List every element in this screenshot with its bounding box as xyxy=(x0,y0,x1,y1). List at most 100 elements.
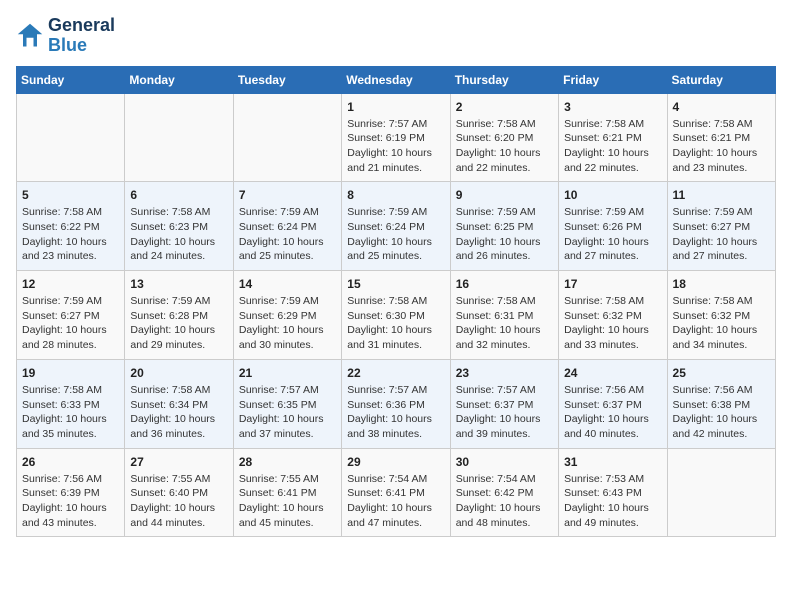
cell-info: Sunrise: 7:56 AMSunset: 6:37 PMDaylight:… xyxy=(564,383,661,442)
calendar-cell: 21 Sunrise: 7:57 AMSunset: 6:35 PMDayligh… xyxy=(233,359,341,448)
calendar-cell xyxy=(125,93,233,182)
day-number: 28 xyxy=(239,455,336,469)
cell-info: Sunrise: 7:54 AMSunset: 6:41 PMDaylight:… xyxy=(347,472,444,531)
calendar-cell xyxy=(17,93,125,182)
calendar-cell: 1 Sunrise: 7:57 AMSunset: 6:19 PMDaylight… xyxy=(342,93,450,182)
day-number: 26 xyxy=(22,455,119,469)
calendar-cell: 20 Sunrise: 7:58 AMSunset: 6:34 PMDayligh… xyxy=(125,359,233,448)
day-of-week-header: Tuesday xyxy=(233,66,341,93)
cell-info: Sunrise: 7:58 AMSunset: 6:32 PMDaylight:… xyxy=(564,294,661,353)
calendar-cell: 7 Sunrise: 7:59 AMSunset: 6:24 PMDaylight… xyxy=(233,182,341,271)
day-number: 17 xyxy=(564,277,661,291)
calendar-cell: 31Sunrise: 7:53 AMSunset: 6:43 PMDayligh… xyxy=(559,448,667,537)
calendar-cell: 19 Sunrise: 7:58 AMSunset: 6:33 PMDayligh… xyxy=(17,359,125,448)
day-number: 20 xyxy=(130,366,227,380)
calendar-header-row: SundayMondayTuesdayWednesdayThursdayFrid… xyxy=(17,66,776,93)
calendar-cell: 12Sunrise: 7:59 AMSunset: 6:27 PMDayligh… xyxy=(17,271,125,360)
day-number: 25 xyxy=(673,366,770,380)
cell-info: Sunrise: 7:58 AMSunset: 6:30 PMDaylight:… xyxy=(347,294,444,353)
cell-info: Sunrise: 7:58 AMSunset: 6:22 PMDaylight:… xyxy=(22,205,119,264)
calendar-cell xyxy=(233,93,341,182)
day-of-week-header: Friday xyxy=(559,66,667,93)
day-of-week-header: Sunday xyxy=(17,66,125,93)
calendar-week-row: 1 Sunrise: 7:57 AMSunset: 6:19 PMDaylight… xyxy=(17,93,776,182)
calendar-cell: 8 Sunrise: 7:59 AMSunset: 6:24 PMDaylight… xyxy=(342,182,450,271)
calendar-week-row: 12Sunrise: 7:59 AMSunset: 6:27 PMDayligh… xyxy=(17,271,776,360)
cell-info: Sunrise: 7:58 AMSunset: 6:34 PMDaylight:… xyxy=(130,383,227,442)
cell-info: Sunrise: 7:58 AMSunset: 6:23 PMDaylight:… xyxy=(130,205,227,264)
day-number: 14 xyxy=(239,277,336,291)
day-number: 13 xyxy=(130,277,227,291)
calendar-cell: 26Sunrise: 7:56 AMSunset: 6:39 PMDayligh… xyxy=(17,448,125,537)
calendar-cell: 10 Sunrise: 7:59 AMSunset: 6:26 PMDayligh… xyxy=(559,182,667,271)
day-number: 9 xyxy=(456,188,553,202)
day-number: 1 xyxy=(347,100,444,114)
calendar-cell: 16Sunrise: 7:58 AMSunset: 6:31 PMDayligh… xyxy=(450,271,558,360)
cell-info: Sunrise: 7:58 AMSunset: 6:31 PMDaylight:… xyxy=(456,294,553,353)
cell-info: Sunrise: 7:58 AMSunset: 6:21 PMDaylight:… xyxy=(673,117,770,176)
day-number: 15 xyxy=(347,277,444,291)
day-number: 29 xyxy=(347,455,444,469)
day-number: 24 xyxy=(564,366,661,380)
calendar-cell: 3 Sunrise: 7:58 AMSunset: 6:21 PMDaylight… xyxy=(559,93,667,182)
calendar-cell: 15 Sunrise: 7:58 AMSunset: 6:30 PMDayligh… xyxy=(342,271,450,360)
day-number: 11 xyxy=(673,188,770,202)
day-number: 18 xyxy=(673,277,770,291)
cell-info: Sunrise: 7:54 AMSunset: 6:42 PMDaylight:… xyxy=(456,472,553,531)
cell-info: Sunrise: 7:58 AMSunset: 6:21 PMDaylight:… xyxy=(564,117,661,176)
cell-info: Sunrise: 7:57 AMSunset: 6:36 PMDaylight:… xyxy=(347,383,444,442)
day-number: 8 xyxy=(347,188,444,202)
day-of-week-header: Thursday xyxy=(450,66,558,93)
calendar-cell: 25 Sunrise: 7:56 AMSunset: 6:38 PMDayligh… xyxy=(667,359,775,448)
logo-icon xyxy=(16,22,44,50)
day-number: 31 xyxy=(564,455,661,469)
calendar-week-row: 5 Sunrise: 7:58 AMSunset: 6:22 PMDaylight… xyxy=(17,182,776,271)
day-number: 7 xyxy=(239,188,336,202)
day-number: 21 xyxy=(239,366,336,380)
calendar-cell: 28Sunrise: 7:55 AMSunset: 6:41 PMDayligh… xyxy=(233,448,341,537)
cell-info: Sunrise: 7:57 AMSunset: 6:37 PMDaylight:… xyxy=(456,383,553,442)
calendar-cell xyxy=(667,448,775,537)
day-number: 27 xyxy=(130,455,227,469)
calendar-week-row: 19 Sunrise: 7:58 AMSunset: 6:33 PMDayligh… xyxy=(17,359,776,448)
cell-info: Sunrise: 7:59 AMSunset: 6:24 PMDaylight:… xyxy=(347,205,444,264)
calendar-cell: 9Sunrise: 7:59 AMSunset: 6:25 PMDaylight… xyxy=(450,182,558,271)
calendar-cell: 14 Sunrise: 7:59 AMSunset: 6:29 PMDayligh… xyxy=(233,271,341,360)
calendar-cell: 22 Sunrise: 7:57 AMSunset: 6:36 PMDayligh… xyxy=(342,359,450,448)
calendar-cell: 2Sunrise: 7:58 AMSunset: 6:20 PMDaylight… xyxy=(450,93,558,182)
day-number: 19 xyxy=(22,366,119,380)
calendar-cell: 24 Sunrise: 7:56 AMSunset: 6:37 PMDayligh… xyxy=(559,359,667,448)
cell-info: Sunrise: 7:57 AMSunset: 6:19 PMDaylight:… xyxy=(347,117,444,176)
day-number: 30 xyxy=(456,455,553,469)
cell-info: Sunrise: 7:55 AMSunset: 6:40 PMDaylight:… xyxy=(130,472,227,531)
day-number: 2 xyxy=(456,100,553,114)
cell-info: Sunrise: 7:59 AMSunset: 6:27 PMDaylight:… xyxy=(673,205,770,264)
page-header: General Blue xyxy=(16,16,776,56)
cell-info: Sunrise: 7:59 AMSunset: 6:29 PMDaylight:… xyxy=(239,294,336,353)
day-number: 10 xyxy=(564,188,661,202)
cell-info: Sunrise: 7:59 AMSunset: 6:28 PMDaylight:… xyxy=(130,294,227,353)
cell-info: Sunrise: 7:58 AMSunset: 6:32 PMDaylight:… xyxy=(673,294,770,353)
calendar-cell: 11 Sunrise: 7:59 AMSunset: 6:27 PMDayligh… xyxy=(667,182,775,271)
calendar-cell: 6 Sunrise: 7:58 AMSunset: 6:23 PMDaylight… xyxy=(125,182,233,271)
day-of-week-header: Monday xyxy=(125,66,233,93)
cell-info: Sunrise: 7:56 AMSunset: 6:38 PMDaylight:… xyxy=(673,383,770,442)
calendar-cell: 27 Sunrise: 7:55 AMSunset: 6:40 PMDayligh… xyxy=(125,448,233,537)
day-number: 22 xyxy=(347,366,444,380)
cell-info: Sunrise: 7:59 AMSunset: 6:26 PMDaylight:… xyxy=(564,205,661,264)
day-number: 5 xyxy=(22,188,119,202)
day-number: 4 xyxy=(673,100,770,114)
cell-info: Sunrise: 7:57 AMSunset: 6:35 PMDaylight:… xyxy=(239,383,336,442)
calendar-week-row: 26Sunrise: 7:56 AMSunset: 6:39 PMDayligh… xyxy=(17,448,776,537)
calendar-cell: 23Sunrise: 7:57 AMSunset: 6:37 PMDayligh… xyxy=(450,359,558,448)
calendar-cell: 30 Sunrise: 7:54 AMSunset: 6:42 PMDayligh… xyxy=(450,448,558,537)
calendar-cell: 17 Sunrise: 7:58 AMSunset: 6:32 PMDayligh… xyxy=(559,271,667,360)
calendar-cell: 18 Sunrise: 7:58 AMSunset: 6:32 PMDayligh… xyxy=(667,271,775,360)
logo-text: General Blue xyxy=(48,16,115,56)
day-number: 3 xyxy=(564,100,661,114)
cell-info: Sunrise: 7:58 AMSunset: 6:33 PMDaylight:… xyxy=(22,383,119,442)
cell-info: Sunrise: 7:59 AMSunset: 6:24 PMDaylight:… xyxy=(239,205,336,264)
day-of-week-header: Wednesday xyxy=(342,66,450,93)
day-of-week-header: Saturday xyxy=(667,66,775,93)
day-number: 6 xyxy=(130,188,227,202)
